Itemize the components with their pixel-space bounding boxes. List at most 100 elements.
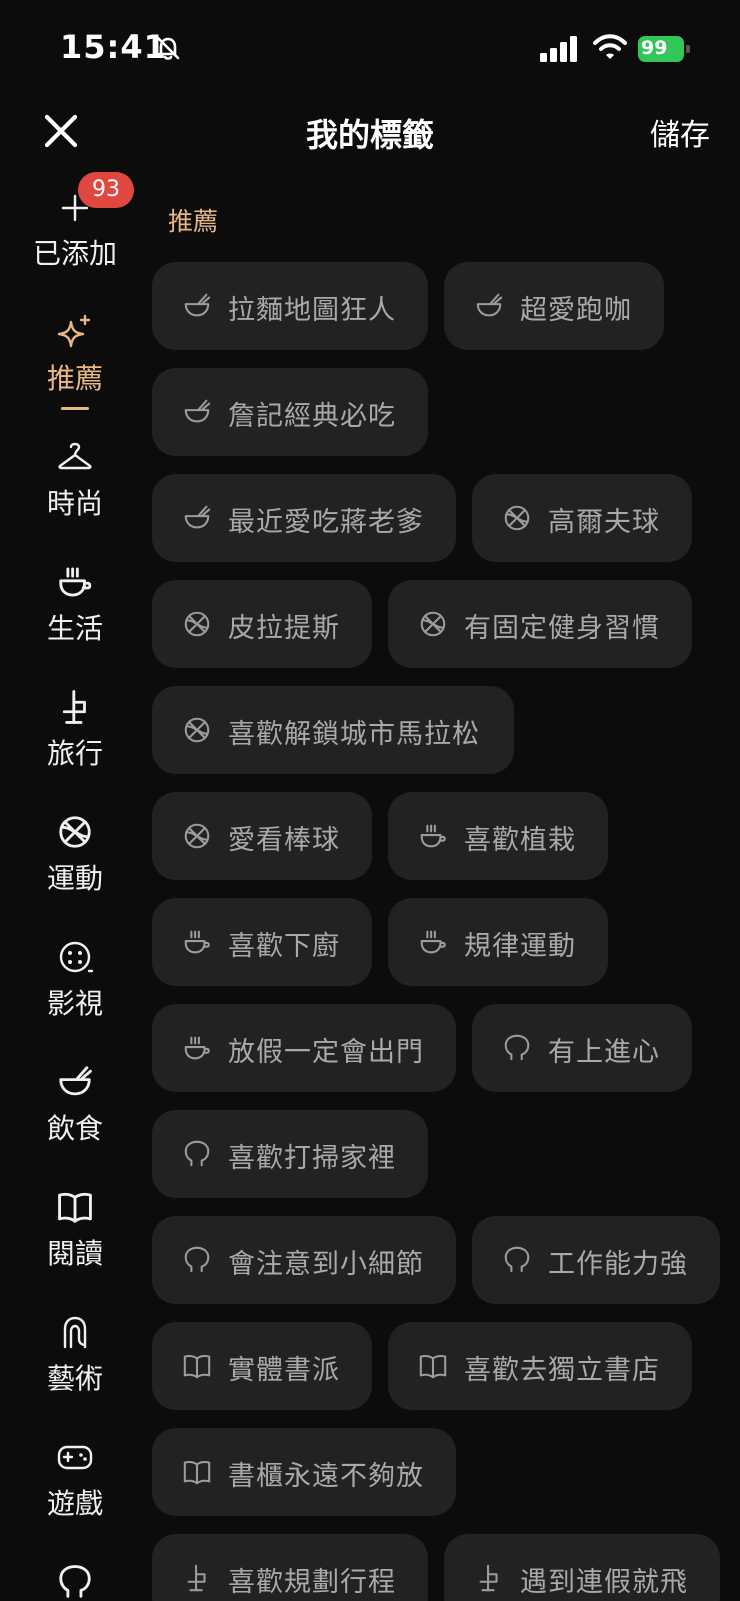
cup-icon [182, 927, 212, 957]
tag-label: 放假一定會出門 [228, 1037, 424, 1068]
sidebar-item-film[interactable]: 影視 [16, 920, 134, 1040]
bowl-icon [474, 291, 504, 321]
tag-chip[interactable]: 有上進心 [472, 1004, 692, 1092]
save-button[interactable]: 儲存 [650, 110, 710, 154]
sidebar-item-label: 生活 [46, 612, 103, 645]
film-icon [56, 938, 94, 976]
sidebar-item-life[interactable]: 生活 [16, 545, 134, 665]
ball-icon [182, 609, 212, 639]
page-title: 我的標籤 [305, 116, 434, 154]
sidebar-item-label: 飲食 [46, 1112, 103, 1145]
tag-label: 皮拉提斯 [228, 613, 340, 644]
ball-icon [182, 821, 212, 851]
head-icon [56, 1563, 94, 1601]
tag-chip[interactable]: 詹記經典必吃 [152, 368, 428, 456]
gamepad-icon [56, 1438, 94, 1476]
tag-chip[interactable]: 喜歡去獨立書店 [388, 1322, 692, 1410]
tag-label: 最近愛吃蔣老爹 [228, 507, 424, 538]
tag-label: 詹記經典必吃 [228, 401, 396, 432]
sidebar-item-label: 旅行 [46, 737, 103, 770]
tag-chip[interactable]: 放假一定會出門 [152, 1004, 456, 1092]
tag-label: 喜歡規劃行程 [228, 1567, 396, 1598]
cup-icon [56, 563, 94, 601]
tag-chip[interactable]: 實體書派 [152, 1322, 372, 1410]
tag-chip[interactable]: 規律運動 [388, 898, 608, 986]
sidebar-item-label: 影視 [46, 987, 103, 1020]
bowl-icon [56, 1063, 94, 1101]
travel-icon [182, 1563, 212, 1593]
sidebar-item-art[interactable]: 藝術 [16, 1295, 134, 1415]
tag-label: 拉麵地圖狂人 [228, 295, 396, 326]
sidebar-item-reading[interactable]: 閱讀 [16, 1170, 134, 1290]
tag-chip[interactable]: 高爾夫球 [472, 474, 692, 562]
tag-chip[interactable]: 喜歡解鎖城市馬拉松 [152, 686, 514, 774]
sidebar-item-label: 運動 [46, 862, 103, 895]
status-time: 15:41 [60, 28, 167, 66]
bowl-icon [182, 503, 212, 533]
sidebar-item-food[interactable]: 飲食 [16, 1045, 134, 1165]
tag-chip[interactable]: 最近愛吃蔣老爹 [152, 474, 456, 562]
sidebar-item-label: 遊戲 [46, 1487, 103, 1520]
sidebar-item-label: 時尚 [46, 487, 103, 520]
book-icon [182, 1351, 212, 1381]
active-indicator [61, 407, 89, 410]
bowl-icon [182, 291, 212, 321]
tag-label: 愛看棒球 [228, 825, 340, 856]
header: 我的標籤 儲存 [0, 96, 740, 168]
tag-chip[interactable]: 喜歡打掃家裡 [152, 1110, 428, 1198]
tag-chip[interactable]: 超愛跑咖 [444, 262, 664, 350]
sidebar-item-label: 藝術 [46, 1362, 103, 1395]
cup-icon [418, 821, 448, 851]
tag-chip[interactable]: 書櫃永遠不夠放 [152, 1428, 456, 1516]
tag-label: 工作能力強 [548, 1249, 688, 1280]
battery-icon: 99 [638, 36, 690, 62]
ball-icon [502, 503, 532, 533]
head-icon [502, 1033, 532, 1063]
tag-chip[interactable]: 皮拉提斯 [152, 580, 372, 668]
art-icon [56, 1313, 94, 1351]
sidebar-item-games[interactable]: 遊戲 [16, 1420, 134, 1540]
tag-label: 會注意到小細節 [228, 1249, 424, 1280]
tag-label: 有上進心 [548, 1037, 660, 1068]
battery-cap [686, 45, 690, 53]
book-icon [182, 1457, 212, 1487]
tag-chip[interactable]: 喜歡下廚 [152, 898, 372, 986]
sidebar-item-more[interactable] [16, 1545, 134, 1601]
tag-label: 規律運動 [464, 931, 576, 962]
sidebar-item-travel[interactable]: 旅行 [16, 670, 134, 790]
sidebar-item-recommended[interactable]: 推薦 [16, 295, 134, 415]
sidebar-item-label: 已添加 [32, 237, 117, 270]
tag-label: 有固定健身習慣 [464, 613, 660, 644]
tag-chip[interactable]: 遇到連假就飛 [444, 1534, 720, 1601]
tag-label: 高爾夫球 [548, 507, 660, 538]
battery-level: 99 [641, 37, 668, 59]
screen: 15:41 99 我的標籤 儲存 93 已添加 推薦 時尚 生活 旅行 運動 影… [0, 0, 740, 1601]
ball-icon [418, 609, 448, 639]
book-icon [418, 1351, 448, 1381]
tag-chip[interactable]: 拉麵地圖狂人 [152, 262, 428, 350]
status-bar: 15:41 99 [0, 0, 740, 96]
tag-label: 書櫃永遠不夠放 [228, 1461, 424, 1492]
sidebar-item-label: 閱讀 [46, 1237, 103, 1270]
tag-chip[interactable]: 會注意到小細節 [152, 1216, 456, 1304]
sidebar-item-added[interactable]: 93 已添加 [16, 170, 134, 290]
wifi-icon [593, 33, 627, 61]
tag-label: 超愛跑咖 [520, 295, 632, 326]
sidebar-item-fashion[interactable]: 時尚 [16, 420, 134, 540]
tag-chip[interactable]: 愛看棒球 [152, 792, 372, 880]
tag-chip[interactable]: 喜歡規劃行程 [152, 1534, 428, 1601]
tag-label: 喜歡下廚 [228, 931, 340, 962]
cup-icon [418, 927, 448, 957]
bowl-icon [182, 397, 212, 427]
book-icon [56, 1188, 94, 1226]
tag-chip[interactable]: 喜歡植栽 [388, 792, 608, 880]
added-count-badge: 93 [78, 172, 134, 208]
sidebar-item-sports[interactable]: 運動 [16, 795, 134, 915]
bell-slash-icon [154, 34, 182, 62]
travel-icon [474, 1563, 504, 1593]
head-icon [182, 1139, 212, 1169]
tag-chip[interactable]: 有固定健身習慣 [388, 580, 692, 668]
tag-label: 喜歡植栽 [464, 825, 576, 856]
tag-chip[interactable]: 工作能力強 [472, 1216, 720, 1304]
sidebar-item-label: 推薦 [46, 362, 103, 395]
